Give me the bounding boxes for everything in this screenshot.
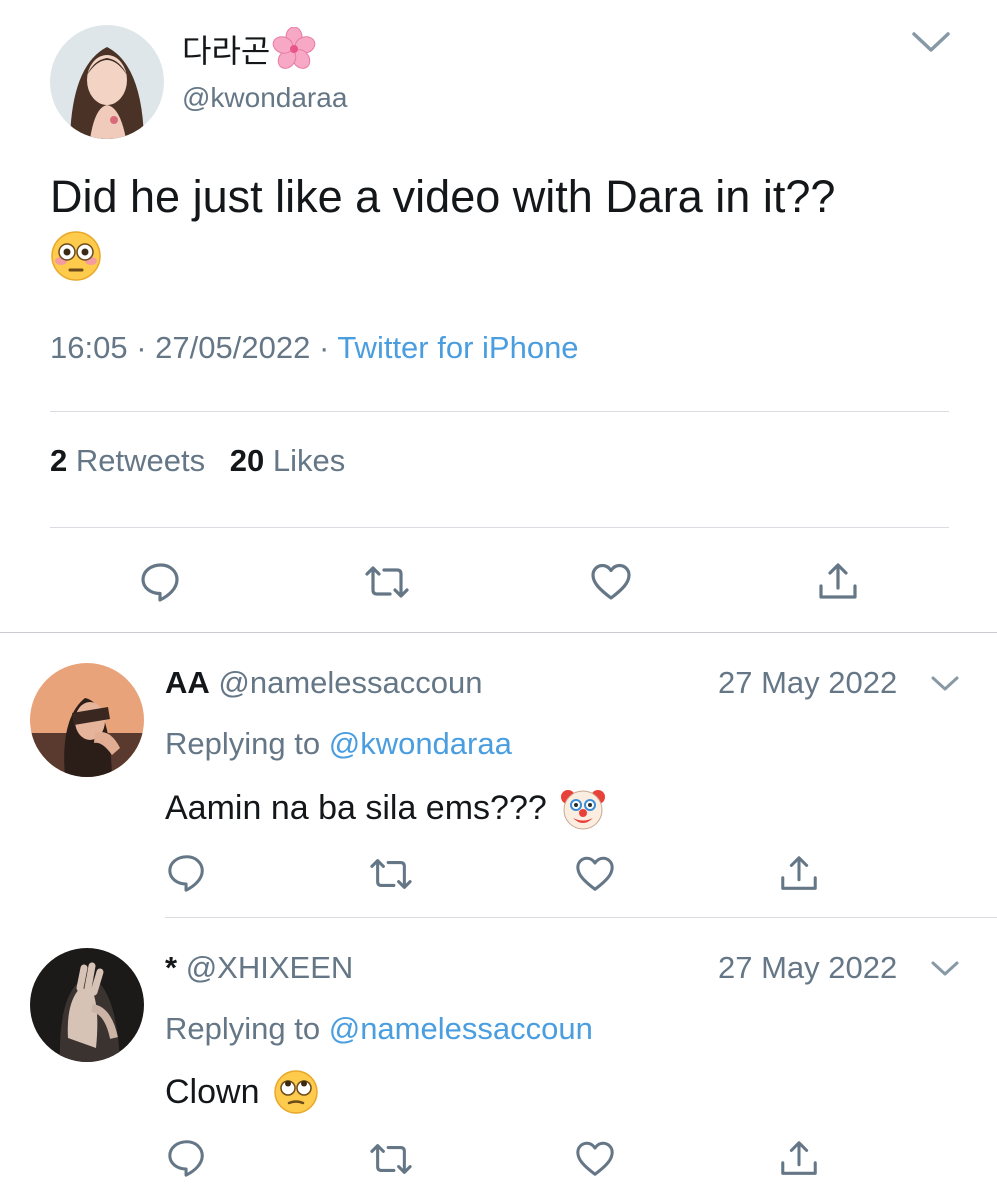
eye-roll-face-icon — [273, 1069, 319, 1115]
replying-to: Replying to @namelessaccoun — [165, 1011, 593, 1047]
chevron-down-icon[interactable] — [910, 28, 952, 61]
flushed-face-icon — [50, 230, 950, 282]
divider — [165, 917, 997, 918]
reply-display-name: * — [165, 950, 178, 985]
reply-avatar[interactable] — [30, 948, 144, 1062]
meta-separator: · — [136, 330, 147, 365]
meta-separator: · — [318, 330, 330, 365]
share-icon[interactable] — [778, 853, 820, 895]
retweet-icon[interactable] — [368, 853, 414, 895]
reply-author[interactable]: * @XHIXEEN — [165, 950, 353, 986]
replying-to-prefix: Replying to — [165, 1011, 321, 1046]
likes-count: 20 — [229, 443, 265, 478]
reply-avatar[interactable] — [30, 663, 144, 777]
author-handle[interactable]: @kwondaraa — [182, 82, 347, 114]
share-icon[interactable] — [816, 560, 860, 604]
retweets-count: 2 — [50, 443, 68, 478]
replying-to-mention[interactable]: @namelessaccoun — [329, 1011, 593, 1046]
likes-label: Likes — [272, 443, 346, 478]
tweet-text-line: Did he just like a video with Dara in it… — [50, 171, 836, 222]
replying-to: Replying to @kwondaraa — [165, 726, 512, 762]
like-heart-icon[interactable] — [574, 853, 616, 895]
tweet-source-link[interactable]: Twitter for iPhone — [337, 330, 578, 365]
reply-text: Aamin na ba sila ems??? — [165, 784, 607, 832]
reply-icon[interactable] — [166, 852, 208, 894]
reply-icon[interactable] — [166, 1137, 208, 1179]
cherry-blossom-icon — [272, 27, 316, 71]
reply-text-content: Clown — [165, 1072, 260, 1111]
likes-stat[interactable]: 20 Likes — [230, 443, 345, 478]
retweet-icon[interactable] — [368, 1138, 414, 1180]
tweet-stats: 2 Retweets 20 Likes — [50, 443, 345, 479]
author-avatar[interactable] — [50, 25, 164, 139]
divider — [0, 632, 997, 633]
reply-display-name: AA — [165, 665, 210, 700]
reply-icon[interactable] — [139, 560, 183, 604]
replying-to-mention[interactable]: @kwondaraa — [329, 726, 512, 761]
chevron-down-icon[interactable] — [930, 959, 960, 984]
tweet-text: Did he just like a video with Dara in it… — [50, 168, 950, 282]
reply-text: Clown — [165, 1069, 319, 1115]
reply-handle: @namelessaccoun — [218, 665, 483, 700]
tweet-date: 27/05/2022 — [155, 330, 311, 365]
tweet-time: 16:05 — [50, 330, 128, 365]
reply-author[interactable]: AA @namelessaccoun — [165, 665, 483, 701]
divider — [50, 411, 949, 412]
tweet-metadata: 16:05 · 27/05/2022 · Twitter for iPhone — [50, 330, 579, 366]
replying-to-prefix: Replying to — [165, 726, 321, 761]
reply-text-content: Aamin na ba sila ems??? — [165, 788, 547, 827]
reply-handle: @XHIXEEN — [185, 950, 354, 985]
retweets-label: Retweets — [75, 443, 206, 478]
retweet-icon[interactable] — [363, 560, 411, 604]
chevron-down-icon[interactable] — [930, 674, 960, 699]
author-display-name[interactable]: 다라곤 — [182, 26, 316, 72]
share-icon[interactable] — [778, 1138, 820, 1180]
clown-face-icon — [559, 784, 607, 832]
reply-date: 27 May 2022 — [718, 950, 898, 985]
like-heart-icon[interactable] — [574, 1138, 616, 1180]
reply-date: 27 May 2022 — [718, 665, 898, 700]
divider — [50, 527, 949, 528]
display-name-text: 다라곤 — [182, 33, 271, 69]
like-heart-icon[interactable] — [589, 560, 633, 604]
retweets-stat[interactable]: 2 Retweets — [50, 443, 205, 478]
